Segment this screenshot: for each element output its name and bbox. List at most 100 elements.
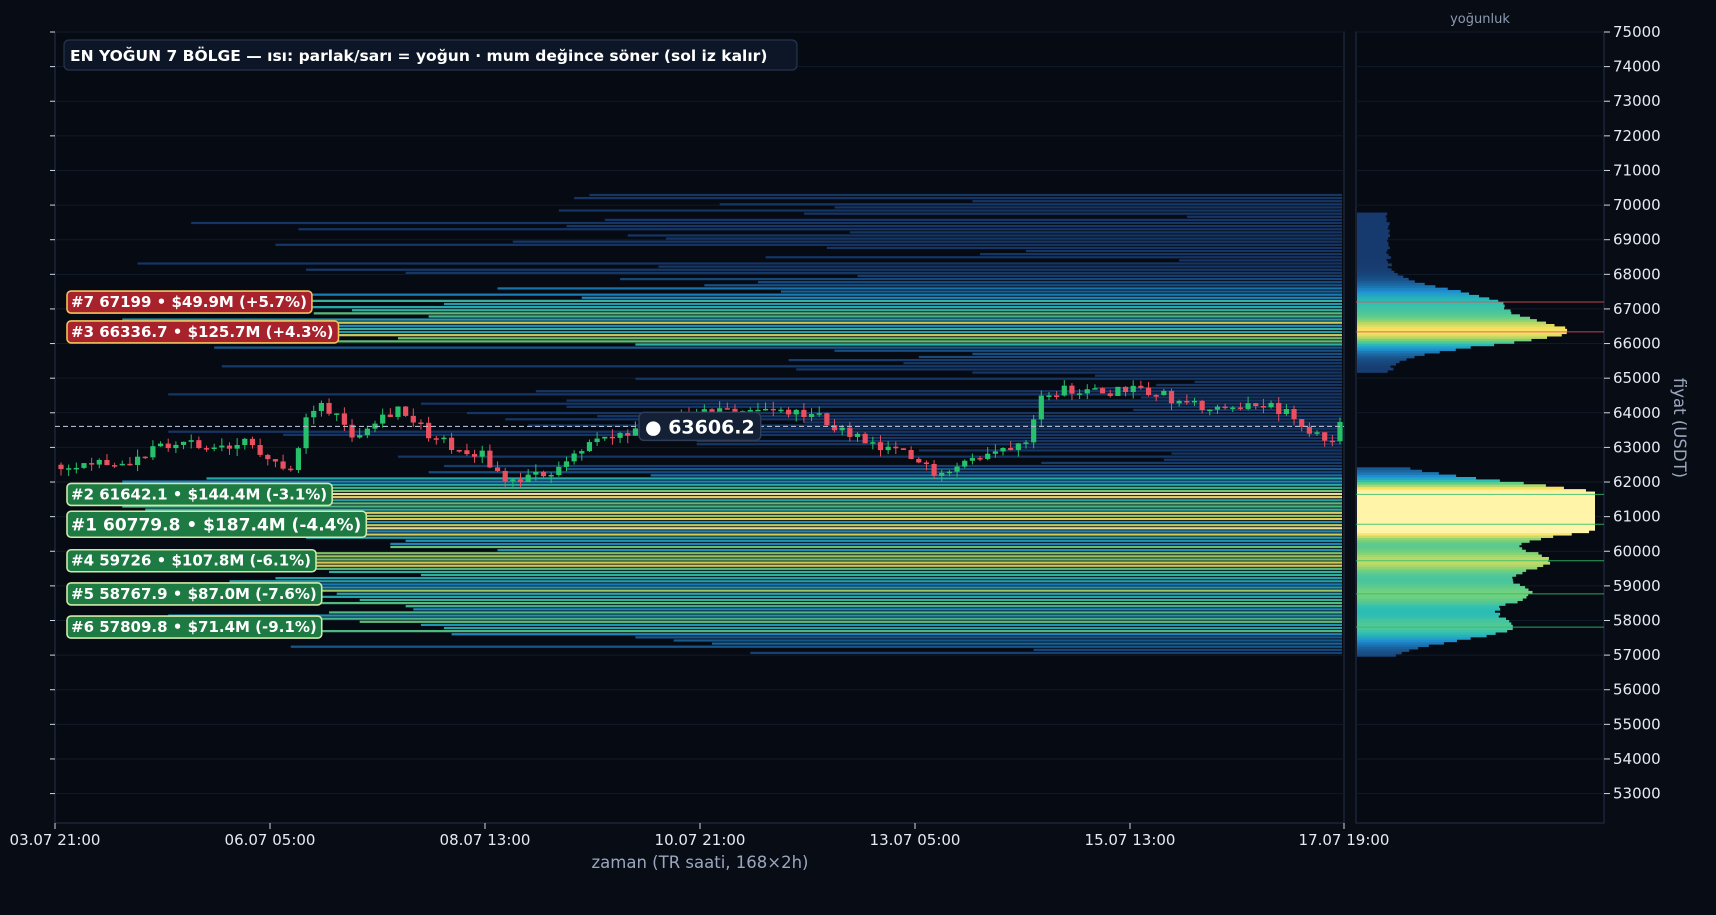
heat-band: [566, 224, 1342, 228]
heat-band: [1010, 446, 1342, 449]
profile-bar: [1357, 612, 1501, 616]
profile-bar: [1357, 479, 1500, 483]
candle-body: [517, 479, 524, 483]
zone-text: #5 58767.9 • $87.0M (-7.6%): [71, 585, 317, 603]
candle-body: [96, 459, 102, 465]
heat-band: [666, 237, 1342, 240]
heat-band: [237, 321, 1343, 324]
profile-bar: [1357, 576, 1513, 580]
heat-band: [275, 601, 1342, 605]
y-tick-label: 69000: [1613, 231, 1661, 249]
y-tick-label: 54000: [1613, 750, 1661, 768]
heat-band: [359, 598, 1343, 602]
y-tick-label: 62000: [1613, 473, 1661, 491]
heat-band: [420, 623, 1342, 627]
profile-bar: [1357, 260, 1388, 264]
heat-band: [221, 305, 1343, 309]
profile-bar: [1357, 321, 1547, 325]
heat-band: [275, 243, 1342, 246]
x-tick-label: 03.07 21:00: [10, 831, 101, 849]
profile-bar: [1357, 486, 1564, 490]
heat-band: [137, 262, 1343, 265]
candle-body: [66, 468, 72, 470]
y-tick-label: 65000: [1613, 369, 1661, 387]
heat-band: [757, 281, 1342, 284]
profile-bar: [1357, 573, 1517, 577]
liquidity-heatmap-chart: 53000 54000 55000 56000 57000 58000 59000 60000…: [0, 0, 1716, 915]
candle-body: [877, 442, 884, 451]
heat-band: [145, 508, 1343, 511]
profile-bar: [1357, 627, 1513, 631]
y-tick-label: 73000: [1613, 92, 1661, 110]
candle-body: [586, 442, 593, 452]
candle-body: [173, 444, 179, 449]
profile-bar: [1357, 518, 1595, 522]
profile-bar: [1357, 610, 1495, 614]
heat-band: [535, 390, 1342, 393]
candle-body: [1161, 390, 1167, 396]
heat-band: [443, 464, 1342, 468]
candle-body: [579, 451, 585, 454]
profile-bar: [1357, 285, 1436, 289]
heat-band: [673, 639, 1342, 642]
profile-bar: [1357, 217, 1387, 221]
profile-bar: [1357, 224, 1389, 228]
profile-bar: [1357, 501, 1595, 505]
profile-bar: [1357, 362, 1396, 366]
candle-body: [395, 406, 401, 417]
candle-body: [1268, 402, 1274, 408]
heat-band: [390, 542, 1342, 546]
profile-bar: [1357, 615, 1499, 618]
profile-bar: [1357, 569, 1527, 572]
profile-bar: [1357, 469, 1423, 473]
profile-bar: [1357, 474, 1457, 478]
candle-body: [747, 410, 753, 412]
heat-band: [275, 577, 1342, 580]
heat-band: [972, 371, 1342, 374]
profile-bar: [1357, 619, 1510, 623]
heat-band: [826, 246, 1342, 250]
heat-band: [620, 277, 1342, 281]
candle-body: [839, 427, 845, 431]
heat-band: [306, 268, 1342, 271]
heat-band: [290, 645, 1342, 648]
candle-body: [1191, 400, 1198, 403]
profile-bar: [1357, 353, 1425, 356]
profile-bar: [1357, 263, 1392, 267]
zone-text: #3 66336.7 • $125.7M (+4.3%): [71, 323, 334, 341]
profile-bar: [1357, 600, 1518, 604]
y-tick-label: 74000: [1613, 58, 1661, 76]
candle-body: [908, 449, 914, 459]
heat-band: [443, 626, 1342, 630]
heat-band: [283, 433, 1342, 436]
heat-band: [359, 620, 1343, 623]
heat-band: [405, 271, 1342, 274]
heat-band: [451, 633, 1343, 636]
profile-bar: [1357, 542, 1522, 546]
profile-bar: [1357, 530, 1590, 534]
zone-text: #1 60779.8 • $187.4M (-4.4%): [71, 515, 361, 535]
heat-band: [221, 340, 1343, 343]
candle-body: [58, 464, 64, 470]
heat-band: [206, 477, 1342, 480]
candle-body: [548, 474, 554, 477]
zone-text: #6 57809.8 • $71.4M (-9.1%): [71, 618, 317, 636]
profile-bar: [1357, 294, 1480, 298]
profile-bar: [1357, 214, 1386, 218]
candle-body: [1015, 443, 1021, 450]
heat-band: [972, 352, 1342, 355]
profile-bar: [1357, 355, 1415, 359]
profile-bar: [1357, 282, 1425, 286]
candle-body: [441, 437, 447, 440]
candle-body: [893, 446, 899, 449]
heat-band: [834, 206, 1342, 209]
heat-band: [214, 564, 1343, 567]
profile-bar: [1357, 258, 1387, 262]
candle-body: [272, 459, 279, 462]
profile-bar: [1357, 578, 1513, 582]
candle-body: [962, 460, 968, 467]
candle-body: [992, 451, 998, 454]
candle-body: [180, 441, 187, 445]
heat-band: [711, 642, 1342, 645]
heat-band: [635, 636, 1342, 639]
